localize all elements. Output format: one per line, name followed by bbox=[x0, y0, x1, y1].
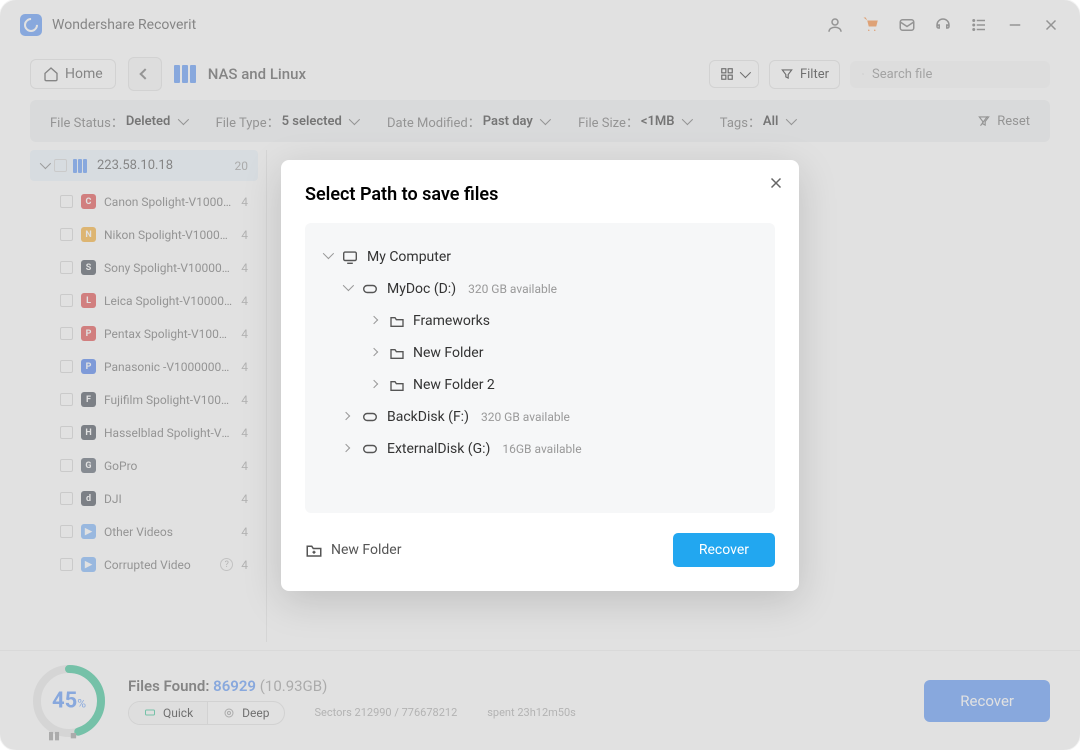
folder-outline-icon bbox=[389, 346, 405, 360]
computer-icon bbox=[341, 250, 359, 264]
folder-outline-icon bbox=[389, 378, 405, 392]
path-mydoc[interactable]: MyDoc (D:) 320 GB available bbox=[317, 273, 763, 305]
close-icon[interactable] bbox=[767, 174, 785, 192]
modal-overlay: Select Path to save files My Computer My… bbox=[0, 0, 1080, 750]
modal-recover-button[interactable]: Recover bbox=[673, 533, 775, 567]
new-folder-button[interactable]: New Folder bbox=[305, 542, 401, 558]
path-newfolder[interactable]: New Folder bbox=[317, 337, 763, 369]
disk-icon bbox=[361, 442, 379, 456]
folder-outline-icon bbox=[389, 314, 405, 328]
path-my-computer[interactable]: My Computer bbox=[317, 241, 763, 273]
disk-icon bbox=[361, 410, 379, 424]
new-folder-icon bbox=[305, 542, 323, 558]
save-path-modal: Select Path to save files My Computer My… bbox=[281, 160, 799, 591]
modal-title: Select Path to save files bbox=[305, 184, 775, 205]
path-tree: My Computer MyDoc (D:) 320 GB available … bbox=[305, 223, 775, 513]
path-backdisk[interactable]: BackDisk (F:) 320 GB available bbox=[317, 401, 763, 433]
path-frameworks[interactable]: Frameworks bbox=[317, 305, 763, 337]
disk-icon bbox=[361, 282, 379, 296]
path-newfolder2[interactable]: New Folder 2 bbox=[317, 369, 763, 401]
path-external[interactable]: ExternalDisk (G:) 16GB available bbox=[317, 433, 763, 465]
new-folder-label: New Folder bbox=[331, 542, 401, 558]
